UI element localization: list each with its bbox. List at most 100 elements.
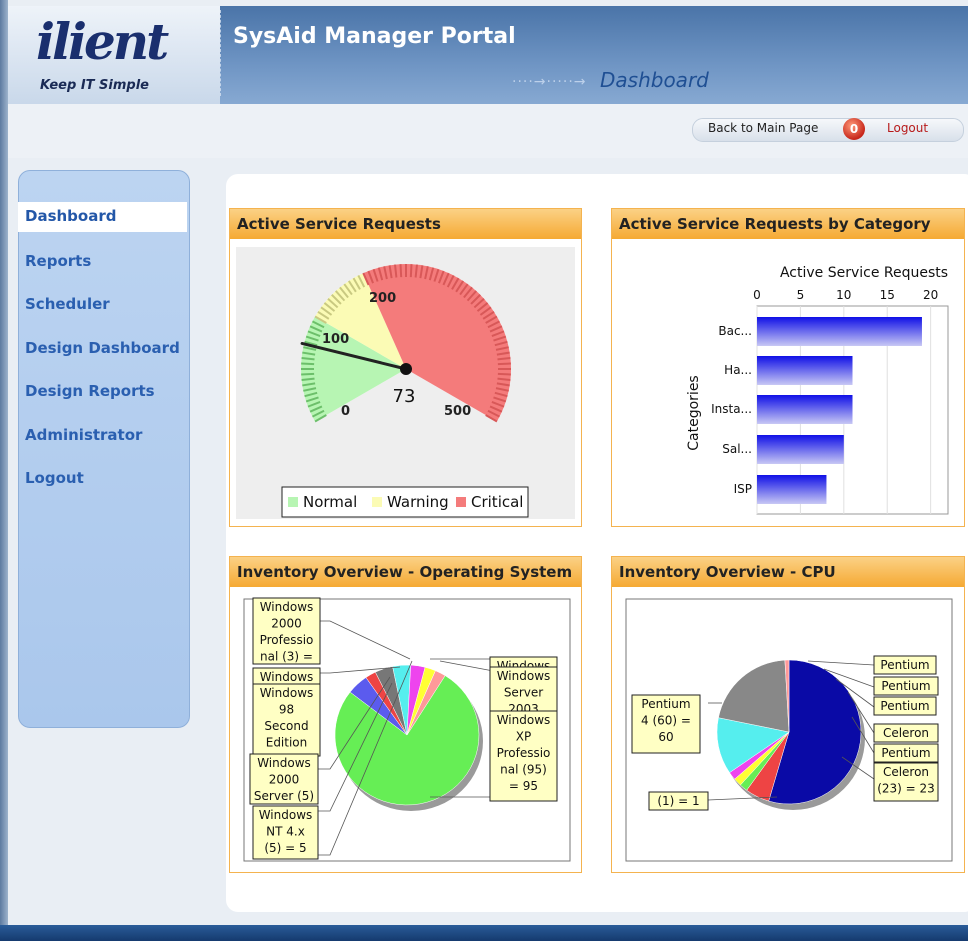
os-label-2: Windows 98 Second Edition — [252, 683, 321, 757]
bar-x-tick-label: 0 — [753, 288, 761, 302]
os-label-0: Windows 2000 Professio nal (3) = — [252, 597, 321, 665]
cpu-label-7-text: (23) = 23 — [877, 782, 935, 796]
bar-category-label: Bac... — [718, 324, 752, 338]
os-label-4-text: NT 4.x — [266, 825, 305, 839]
gauge-legend-swatch — [288, 497, 298, 507]
logo[interactable]: ilient Keep IT Simple — [8, 6, 220, 104]
bar-category-label: ISP — [734, 482, 752, 496]
cpu-label-0-text: 60 — [658, 730, 673, 744]
gauge-tick — [409, 264, 413, 278]
cpu-label-3-text: Pentium — [881, 679, 930, 693]
cpu-label-0-text: 4 (60) = — [641, 714, 691, 728]
sidebar-item-reports[interactable]: Reports — [25, 252, 91, 270]
gauge-tick-label: 200 — [369, 291, 396, 306]
app-window: ilient Keep IT Simple SysAid Manager Por… — [0, 0, 968, 941]
gauge-tick-label: 500 — [444, 404, 471, 419]
os-pie-chart: Windows2000Professional (3) =WindowsWind… — [243, 597, 571, 862]
cpu-label-5: Celeron — [873, 723, 939, 743]
os-label-4: Windows NT 4.x (5) = 5 — [252, 805, 319, 860]
sidebar-item-scheduler[interactable]: Scheduler — [25, 295, 110, 313]
bar-1 — [757, 356, 853, 385]
os-label-2-text: Windows — [260, 686, 314, 700]
logout-link[interactable]: Logout — [887, 121, 928, 135]
gauge-tick — [497, 377, 511, 381]
bar-3 — [757, 435, 844, 464]
bar-0 — [757, 317, 922, 346]
gauge-tick — [497, 362, 511, 366]
os-label-1: Windows — [252, 667, 321, 685]
cpu-label-4-text: Pentium — [880, 699, 929, 713]
os-label-6-text: Windows — [497, 669, 551, 683]
gauge-tick — [301, 362, 315, 366]
os-label-3-text: Windows — [257, 756, 311, 770]
os-label-4-text: (5) = 5 — [264, 841, 306, 855]
back-to-main-link[interactable]: Back to Main Page — [708, 121, 818, 135]
gauge-chart: 0 100 200 500 73 Normal Warning Critical — [236, 247, 575, 519]
bar-x-tick-label: 10 — [836, 288, 851, 302]
bar-category-label: Sal... — [722, 442, 752, 456]
bar-4 — [757, 475, 827, 504]
gauge-tick — [394, 264, 398, 278]
os-label-2-text: Second — [264, 719, 308, 733]
bar-2 — [757, 395, 853, 424]
sidebar-item-logout[interactable]: Logout — [25, 469, 84, 487]
gauge-tick — [399, 264, 403, 278]
os-label-3-text: Server (5) — [254, 789, 314, 803]
cpu-pie-chart: Pentium4 (60) =60(1) = 1PentiumPentiumPe… — [625, 598, 953, 862]
bar-x-tick-label: 15 — [880, 288, 895, 302]
bar-category-label: Insta... — [711, 402, 752, 416]
bar-x-tick-label: 5 — [797, 288, 805, 302]
gauge-legend: Normal Warning Critical — [281, 486, 529, 518]
cpu-label-7-text: Celeron — [883, 765, 929, 779]
gauge-value: 73 — [393, 386, 416, 407]
logo-tagline: Keep IT Simple — [40, 78, 150, 93]
cpu-label-0: Pentium 4 (60) = 60 — [631, 694, 701, 754]
gauge-tick-label: 100 — [322, 332, 349, 347]
sidebar-item-administrator[interactable]: Administrator — [25, 426, 142, 444]
os-label-7-text: = 95 — [509, 779, 538, 793]
os-label-2-text: 98 — [279, 703, 294, 717]
gauge-panel: Active Service Requests 0 100 200 500 73 Norm… — [229, 208, 582, 527]
bar-x-tick-label: 20 — [923, 288, 938, 302]
gauge-tick — [497, 372, 511, 376]
sidebar-item-dashboard[interactable]: Dashboard — [25, 207, 116, 225]
cpu-label-7: Celeron (23) = 23 — [873, 762, 939, 802]
cpu-label-6: Pentium — [873, 743, 939, 763]
gauge-tick — [301, 357, 315, 361]
sidebar-item-design-reports[interactable]: Design Reports — [25, 382, 155, 400]
page-title: Dashboard — [600, 68, 709, 92]
bar-category-label: Ha... — [724, 363, 752, 377]
cpu-label-6-text: Pentium — [881, 746, 930, 760]
cpu-pie-panel: Inventory Overview - CPU Pentium 4 (60) =… — [611, 556, 965, 873]
logo-text: ilient — [36, 12, 169, 71]
gauge-tick — [301, 377, 315, 381]
os-label-6: WindowsServer2003 — [489, 666, 558, 716]
cpu-label-0-text: Pentium — [641, 697, 690, 711]
bar-panel: Active Service Requests by Category Acti… — [611, 208, 965, 527]
cpu-label-5-text: Celeron — [883, 726, 929, 740]
cpu-label-1-text: (1) = 1 — [657, 794, 699, 808]
gauge-legend-swatch — [456, 497, 466, 507]
os-label-1-text: Windows — [260, 670, 314, 684]
cpu-label-2-text: Pentium — [880, 658, 929, 672]
portal-title: SysAid Manager Portal — [233, 24, 516, 49]
logout-icon[interactable]: 0 — [843, 118, 865, 140]
gauge-tick-label: 0 — [341, 404, 350, 419]
os-label-0-text: Professio — [260, 633, 314, 647]
cpu-label-1: (1) = 1 — [648, 791, 709, 811]
bar-chart: Active Service Requests 0 5 10 15 20 Categorie… — [625, 247, 951, 519]
os-label-0-text: nal (3) = — [260, 650, 313, 664]
footer-bar — [0, 925, 968, 941]
gauge-needle-hub — [400, 363, 412, 375]
os-label-4-text: Windows — [259, 808, 313, 822]
os-label-7: Windows XP Professio nal (95) = 95 — [489, 710, 558, 802]
bar-x-axis-title: Active Service Requests — [780, 265, 948, 281]
cpu-label-4: Pentium — [873, 696, 937, 716]
sidebar-item-design-dashboard[interactable]: Design Dashboard — [25, 339, 180, 357]
gauge-legend-label: Normal — [303, 493, 357, 511]
gauge-tick — [414, 264, 418, 278]
os-label-2-text: Edition — [266, 736, 308, 750]
os-label-0-text: 2000 — [271, 617, 302, 631]
os-label-7-text: Professio — [497, 746, 551, 760]
header-divider — [220, 10, 222, 96]
